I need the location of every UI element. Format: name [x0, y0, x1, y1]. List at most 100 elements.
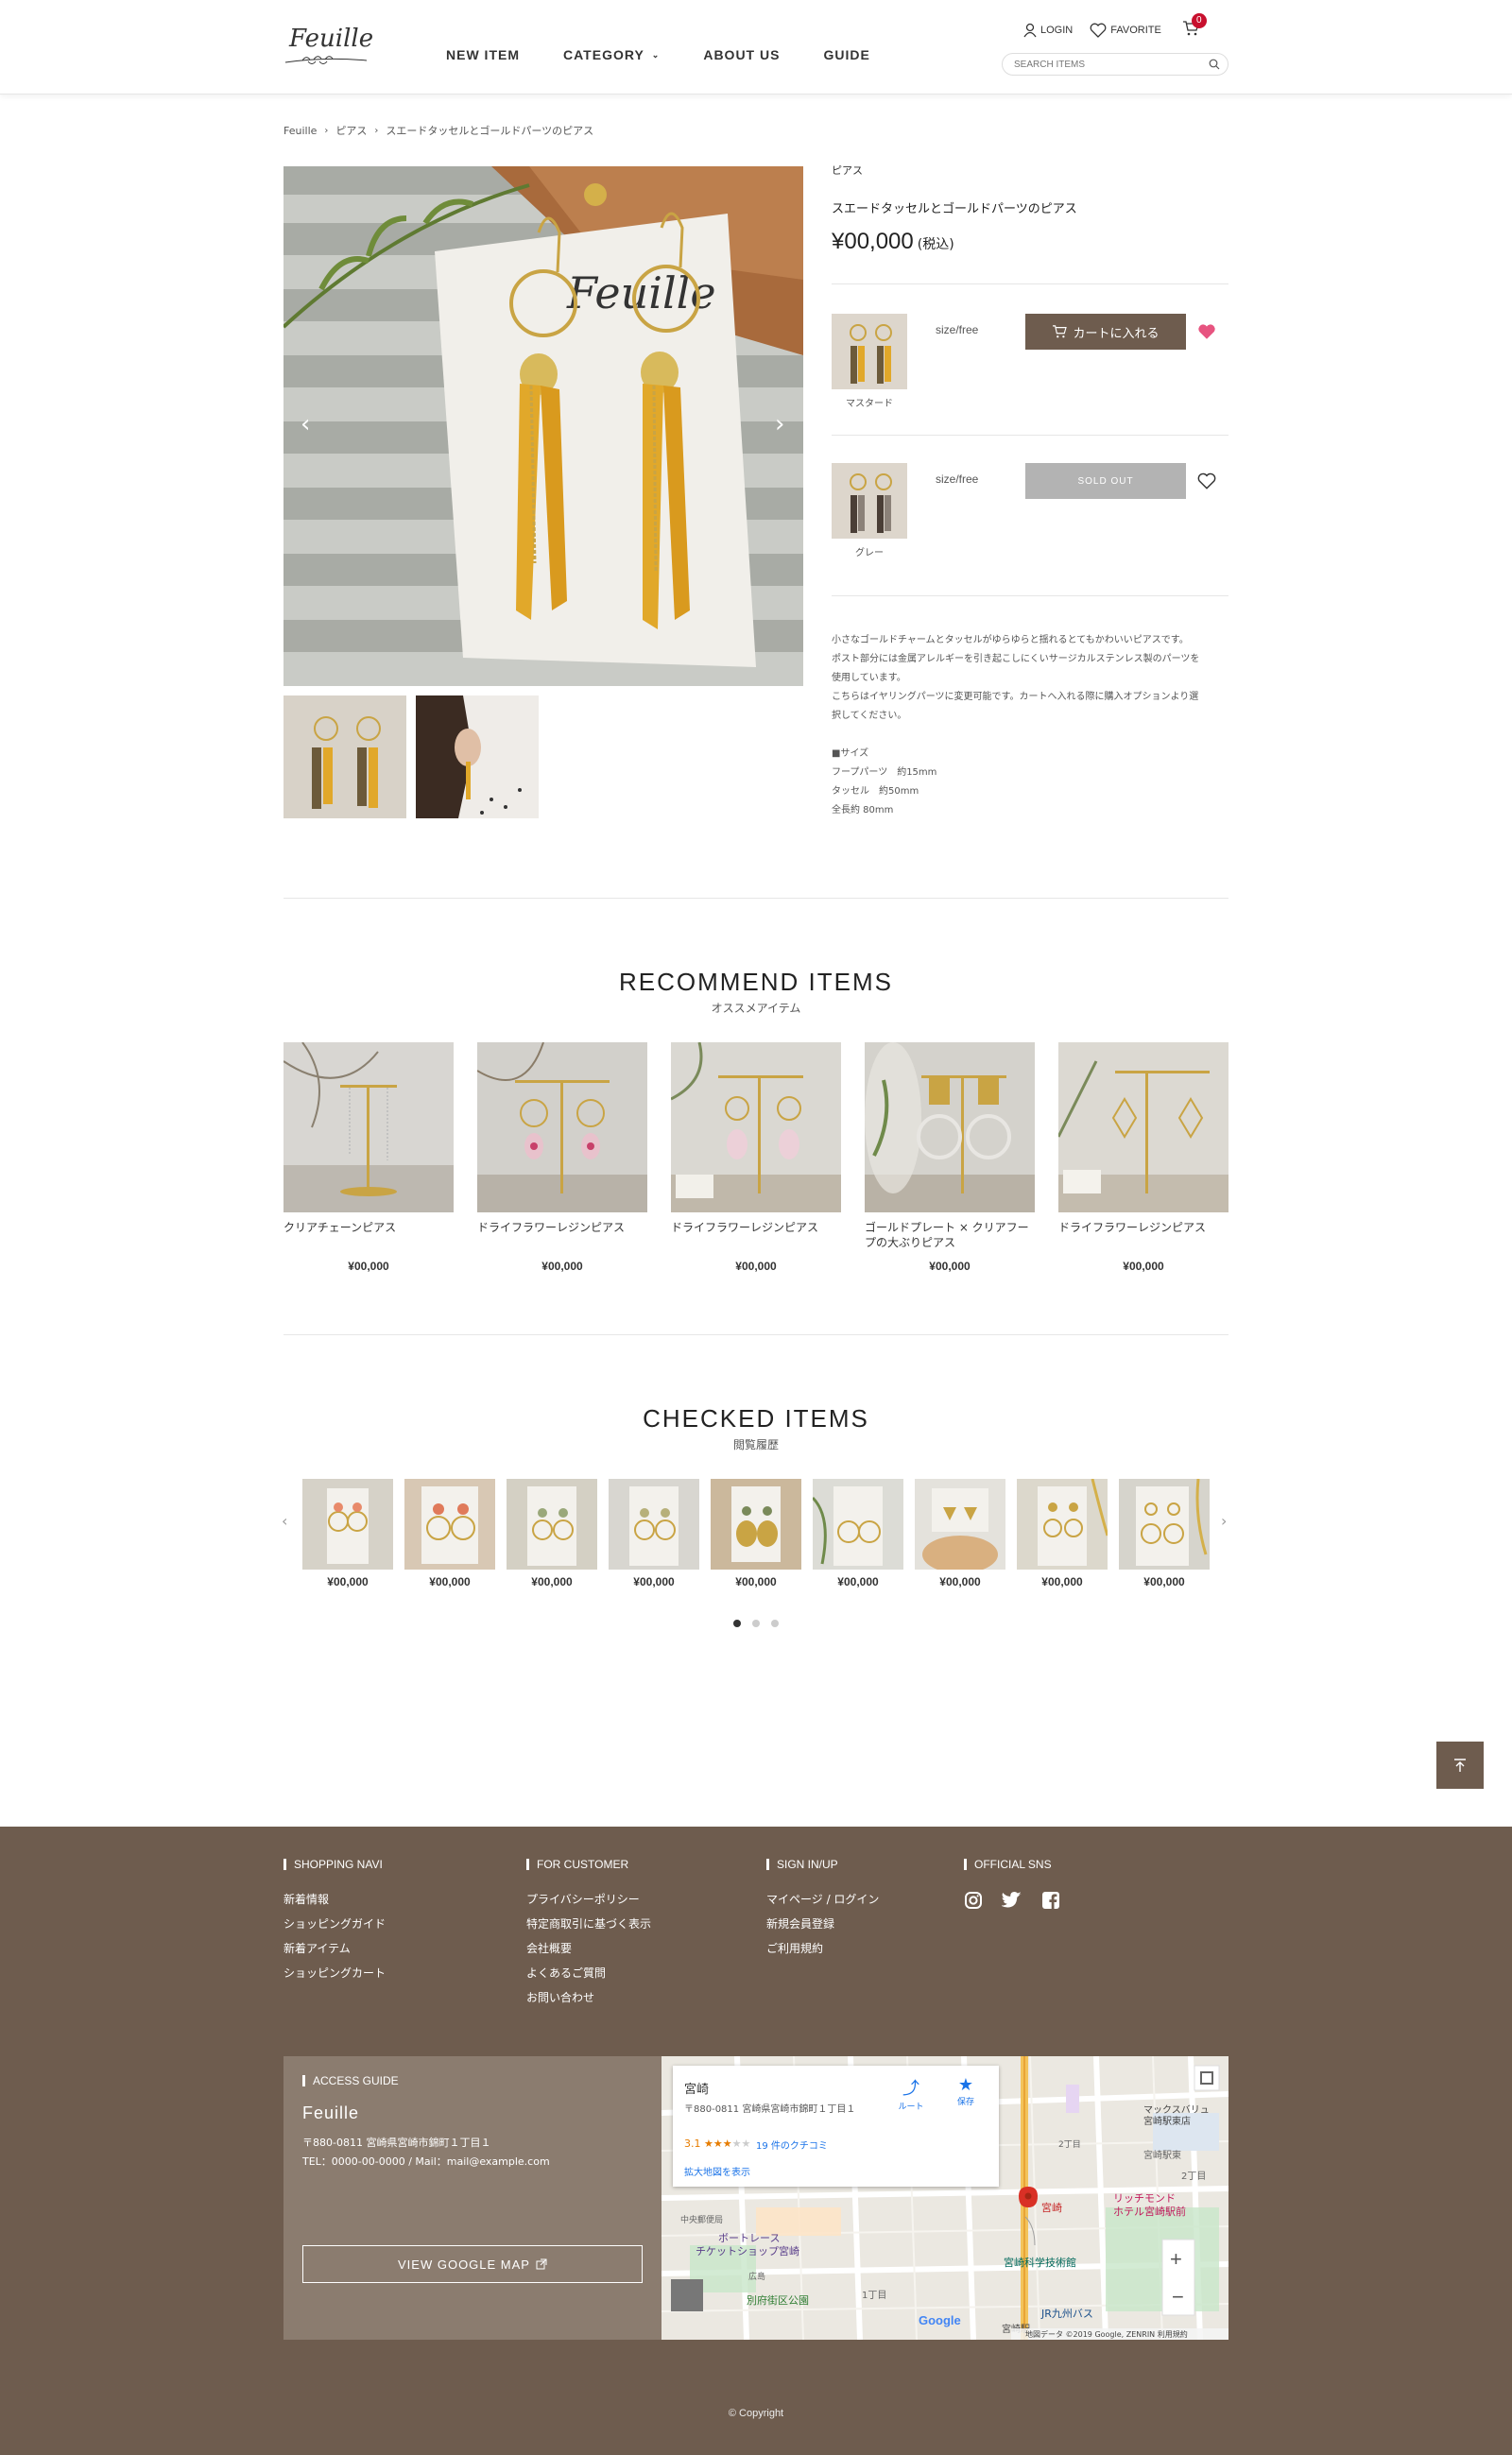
footer-link[interactable]: ご利用規約 — [766, 1940, 879, 1956]
recommend-item[interactable]: ドライフラワーレジンピアス ¥00,000 — [477, 1042, 647, 1273]
variant-thumbnail[interactable] — [832, 314, 907, 389]
footer-link[interactable]: 新規会員登録 — [766, 1915, 879, 1931]
directions-icon: ⤴ — [902, 2079, 919, 2099]
checked-item[interactable]: ¥00,000 — [1119, 1479, 1210, 1588]
carousel-next-icon[interactable]: › — [775, 410, 784, 438]
facebook-icon[interactable] — [1041, 1891, 1060, 1914]
twitter-icon[interactable] — [1001, 1891, 1022, 1914]
nav-about-us[interactable]: ABOUT US — [703, 47, 780, 62]
carousel-prev-icon[interactable]: ‹ — [301, 410, 310, 438]
product-thumbnail[interactable] — [284, 695, 406, 818]
nav-label: CATEGORY — [563, 47, 644, 62]
product-category: ピアス — [832, 164, 863, 177]
checked-item-price: ¥00,000 — [531, 1575, 573, 1588]
checked-list: ¥00,000 ¥00,000 ¥00,000 ¥00,000 ¥00,000 … — [302, 1479, 1221, 1588]
product-price: ¥00,000 (税込) — [832, 229, 954, 255]
nav-guide[interactable]: GUIDE — [823, 47, 869, 62]
recommend-item-price: ¥00,000 — [735, 1260, 777, 1273]
recommend-item[interactable]: ゴールドプレート × クリアフープの大ぶりピアス ¥00,000 — [865, 1042, 1035, 1273]
checked-item[interactable]: ¥00,000 — [915, 1479, 1005, 1588]
view-google-map-button[interactable]: VIEW GOOGLE MAP — [302, 2245, 643, 2283]
back-to-top-button[interactable] — [1436, 1742, 1484, 1789]
footer-link[interactable]: 特定商取引に基づく表示 — [526, 1915, 651, 1931]
checked-next-icon[interactable]: › — [1221, 1512, 1227, 1530]
access-guide: ACCESS GUIDE Feuille 〒880-0811 宮崎県宮崎市錦町１… — [284, 2056, 1228, 2340]
checked-item[interactable]: ¥00,000 — [609, 1479, 699, 1588]
pagination-dot[interactable] — [771, 1620, 779, 1627]
checked-item-price: ¥00,000 — [633, 1575, 675, 1588]
map-route-button[interactable]: ⤴ ルート — [890, 2075, 932, 2112]
zoom-out-icon[interactable]: − — [1172, 2285, 1184, 2309]
variant-thumbnail[interactable] — [832, 463, 907, 539]
checked-item[interactable]: ¥00,000 — [507, 1479, 597, 1588]
star-rating-icon: ★★★ — [704, 2137, 732, 2150]
add-to-cart-button[interactable]: カートに入れる — [1025, 314, 1186, 350]
site-logo[interactable]: Feuille — [284, 25, 373, 74]
variant-image — [832, 463, 907, 539]
search-input[interactable] — [1003, 59, 1192, 70]
external-link-icon — [536, 2258, 547, 2270]
checked-item[interactable]: ¥00,000 — [1017, 1479, 1108, 1588]
global-nav: NEW ITEM CATEGORY ⌄ ABOUT US GUIDE — [446, 47, 914, 62]
map-reviews-link[interactable]: 19 件のクチコミ — [756, 2137, 828, 2152]
favorite-link[interactable]: FAVORITE — [1090, 23, 1161, 38]
footer-link[interactable]: よくあるご質問 — [526, 1965, 651, 1981]
product-name: スエードタッセルとゴールドパーツのピアス — [832, 202, 1077, 216]
recommend-item-price: ¥00,000 — [1123, 1260, 1164, 1273]
checked-item[interactable]: ¥00,000 — [711, 1479, 801, 1588]
footer-link[interactable]: 会社概要 — [526, 1940, 651, 1956]
recommend-item-name: ドライフラワーレジンピアス — [1058, 1221, 1207, 1234]
recommend-item[interactable]: ドライフラワーレジンピアス ¥00,000 — [671, 1042, 841, 1273]
map-save-button[interactable]: ★ 保存 — [945, 2075, 987, 2107]
footer-link[interactable]: ショッピングガイド — [284, 1915, 386, 1931]
search-icon[interactable] — [1209, 59, 1220, 70]
checked-item[interactable]: ¥00,000 — [813, 1479, 903, 1588]
breadcrumb-category[interactable]: ピアス — [335, 123, 367, 138]
nav-label: NEW ITEM — [446, 47, 520, 62]
checked-item[interactable]: ¥00,000 — [302, 1479, 393, 1588]
checked-prev-icon[interactable]: ‹ — [282, 1512, 287, 1530]
breadcrumb: Feuille › ピアス › スエードタッセルとゴールドパーツのピアス — [284, 123, 593, 138]
cart-button[interactable]: 0 — [1182, 13, 1207, 40]
site-header: Feuille NEW ITEM CATEGORY ⌄ ABOUT US GUID… — [0, 0, 1512, 94]
copyright: © Copyright — [728, 2408, 784, 2419]
google-map-embed[interactable]: マックスバリュ 宮崎駅東店 宮崎駅東 2丁目 リッチモンド ホテル宮崎駅前 宮崎… — [662, 2056, 1228, 2340]
login-label: LOGIN — [1040, 25, 1074, 36]
map-label: 別府街区公園 — [747, 2293, 809, 2307]
nav-label: GUIDE — [823, 47, 870, 62]
nav-category[interactable]: CATEGORY ⌄ — [563, 47, 660, 62]
map-label: リッチモンド — [1113, 2192, 1176, 2205]
footer-link[interactable]: お問い合わせ — [526, 1989, 651, 2005]
footer-shopping-navi: SHOPPING NAVI 新着情報 ショッピングガイド 新着アイテム ショッピ… — [284, 1859, 386, 1989]
instagram-icon[interactable] — [964, 1891, 983, 1914]
favorite-heart-button[interactable] — [1197, 472, 1216, 493]
footer-heading: SHOPPING NAVI — [284, 1859, 386, 1870]
map-enlarge-link[interactable]: 拡大地図を表示 — [684, 2164, 750, 2178]
recommend-item-image — [671, 1042, 841, 1212]
recommend-item[interactable]: ドライフラワーレジンピアス ¥00,000 — [1058, 1042, 1228, 1273]
pagination-dot[interactable] — [752, 1620, 760, 1627]
checked-item-price: ¥00,000 — [327, 1575, 369, 1588]
description-line: ポスト部分には金属アレルギーを引き起こしにくいサージカルステンレス製のパーツを — [832, 654, 1200, 664]
footer-link[interactable]: マイページ / ログイン — [766, 1891, 879, 1907]
product-description: 小さなゴールドチャームとタッセルがゆらゆらと揺れるとてもかわいいピアスです。 ポ… — [832, 631, 1228, 820]
product-thumbnail[interactable] — [416, 695, 539, 818]
nav-new-item[interactable]: NEW ITEM — [446, 47, 520, 62]
pagination-dot[interactable] — [733, 1620, 741, 1627]
favorite-heart-button[interactable] — [1197, 323, 1216, 344]
login-link[interactable]: LOGIN — [1023, 23, 1073, 38]
map-label: 宮崎駅東 — [1143, 2149, 1181, 2161]
footer-link[interactable]: ショッピングカート — [284, 1965, 386, 1981]
breadcrumb-home[interactable]: Feuille — [284, 125, 317, 137]
footer-link[interactable]: プライバシーポリシー — [526, 1891, 651, 1907]
access-info-panel: ACCESS GUIDE Feuille 〒880-0811 宮崎県宮崎市錦町１… — [284, 2056, 662, 2340]
divider — [832, 595, 1228, 596]
map-label: JR九州バス — [1040, 2308, 1093, 2320]
recommend-item[interactable]: クリアチェーンピアス ¥00,000 — [284, 1042, 454, 1273]
variant-image — [832, 314, 907, 389]
footer-link[interactable]: 新着アイテム — [284, 1940, 386, 1956]
checked-item[interactable]: ¥00,000 — [404, 1479, 495, 1588]
footer-link[interactable]: 新着情報 — [284, 1891, 386, 1907]
zoom-in-icon[interactable]: + — [1170, 2247, 1182, 2271]
address-line: 〒880-0811 宮崎県宮崎市錦町１丁目１ — [302, 2137, 491, 2149]
